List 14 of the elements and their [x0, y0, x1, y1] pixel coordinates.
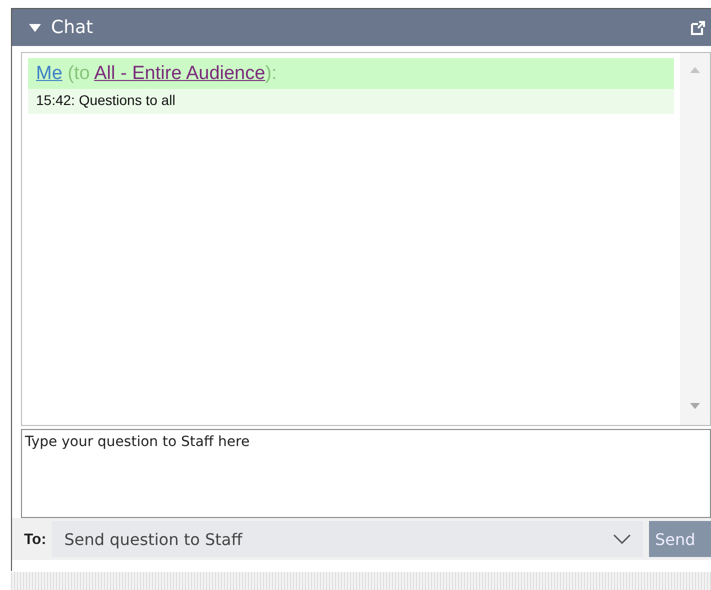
popout-icon[interactable] [691, 20, 705, 34]
chevron-down-icon [613, 534, 631, 544]
question-field[interactable]: Type your question to Staff here [21, 429, 711, 518]
scroll-down-icon[interactable] [690, 403, 700, 409]
sender-link[interactable]: Me [36, 63, 62, 84]
message-text: 15:42: Questions to all [35, 91, 176, 110]
scroll-up-icon[interactable] [690, 67, 700, 73]
panel-title: Chat [51, 17, 94, 38]
recipient-dropdown[interactable]: Send question to Staff [52, 521, 643, 557]
scrollbar[interactable] [680, 53, 710, 425]
recipient-link[interactable]: All - Entire Audience [94, 63, 266, 84]
message-header: Me (to All - Entire Audience): [28, 58, 674, 89]
collapse-triangle-icon[interactable] [29, 22, 41, 32]
to-label: To: [24, 530, 46, 548]
